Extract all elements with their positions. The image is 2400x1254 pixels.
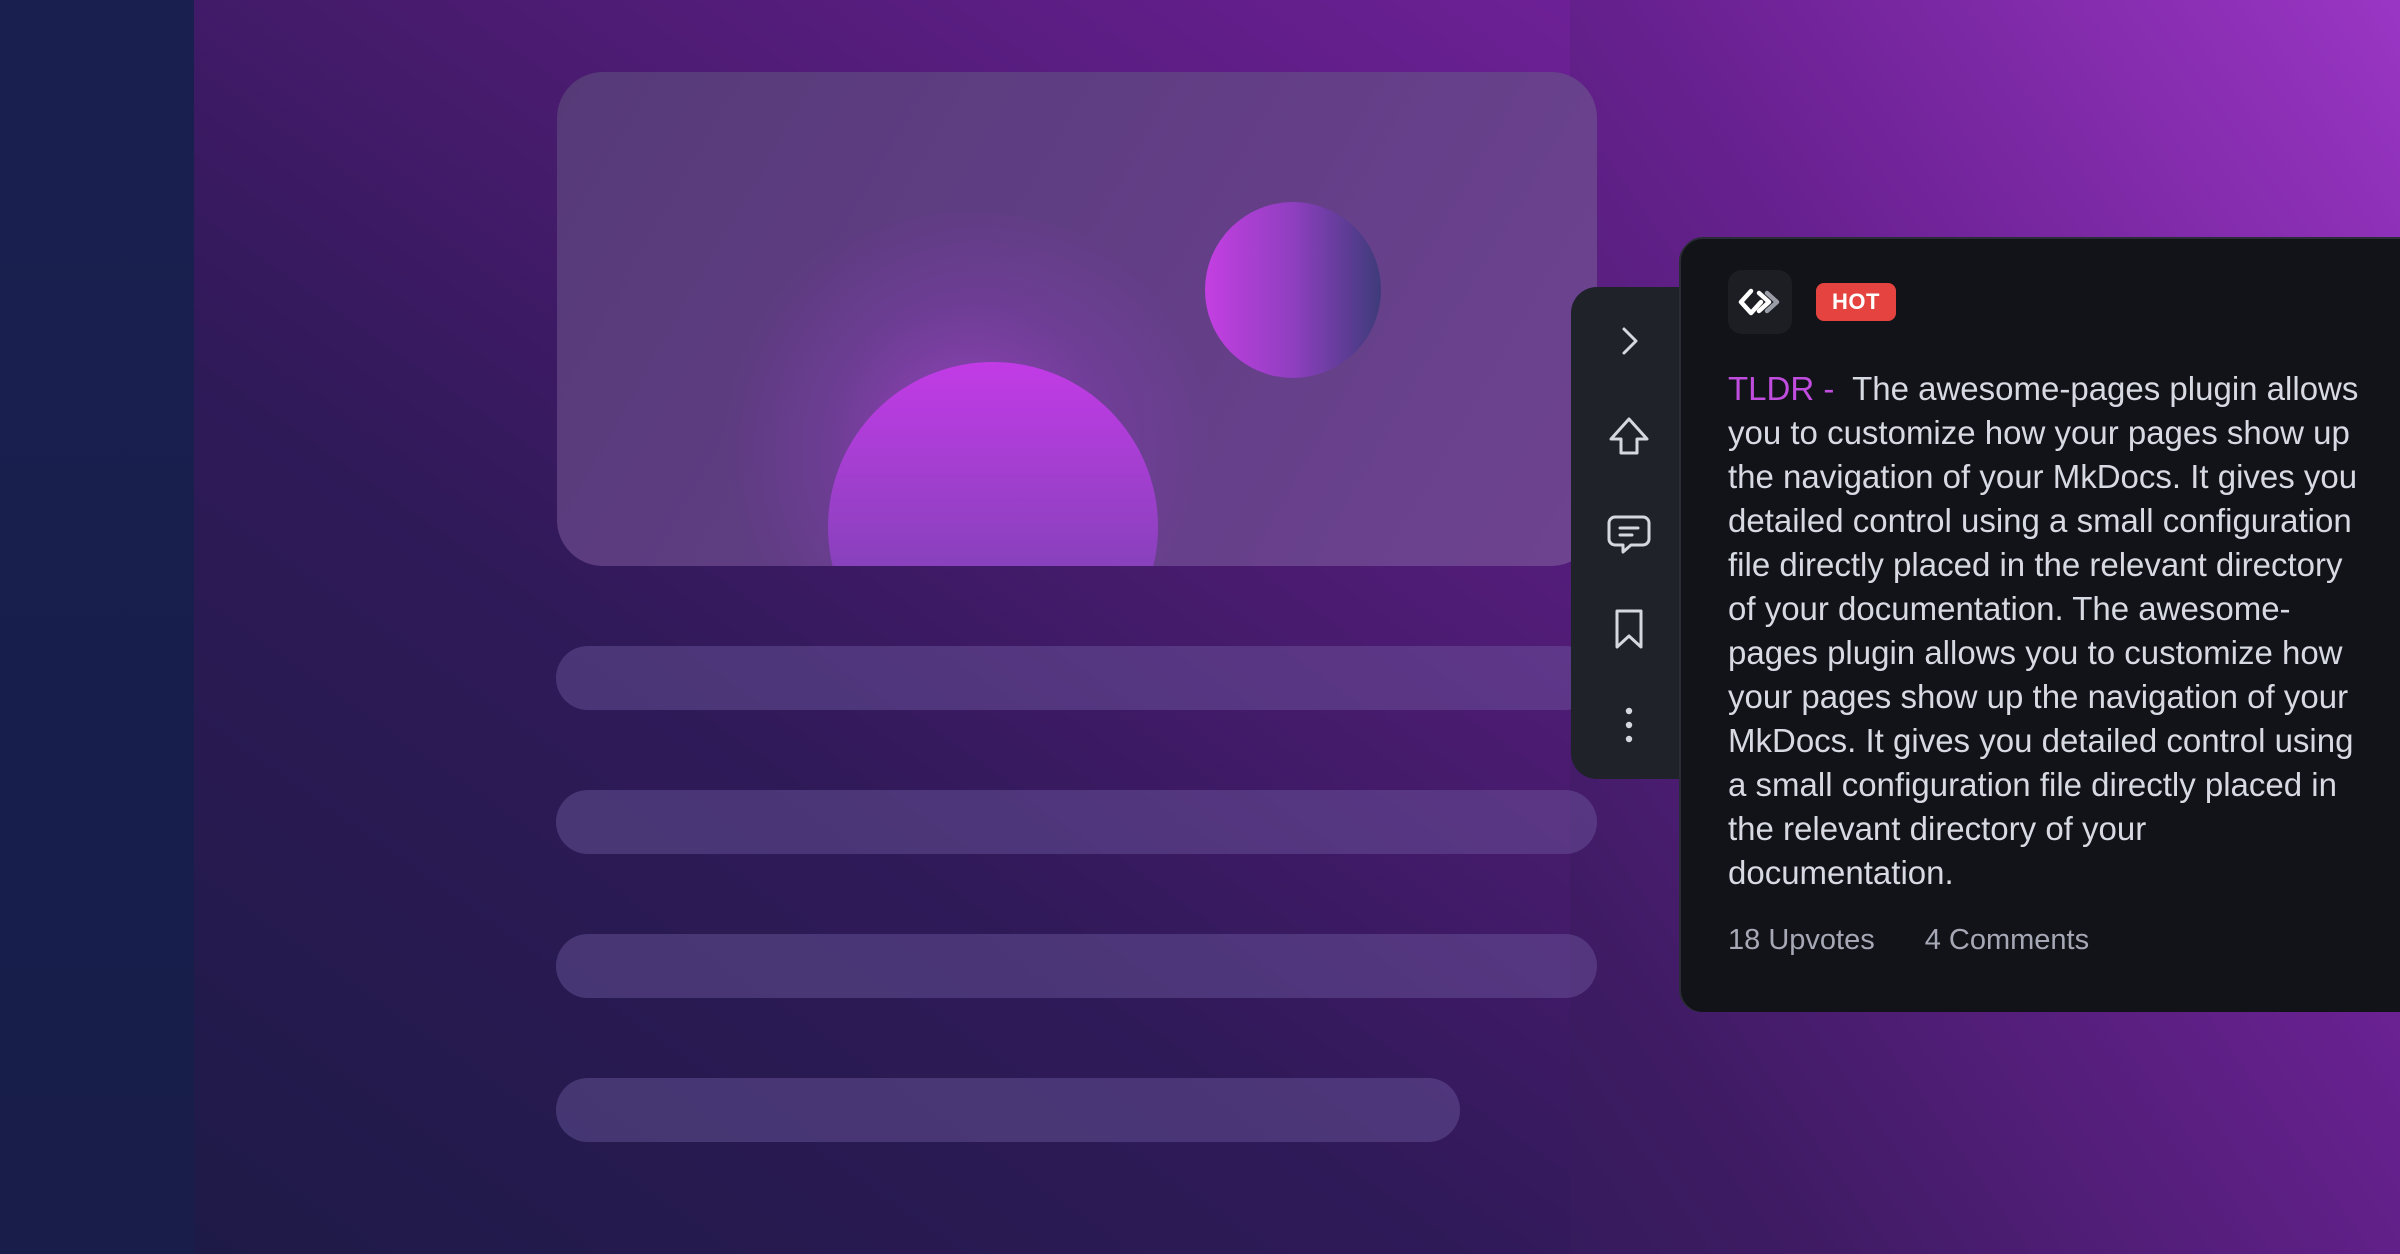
comment-icon[interactable] [1601,505,1657,561]
more-vertical-icon[interactable] [1601,697,1657,753]
card-header: HOT [1728,270,1896,334]
bookmark-icon[interactable] [1601,601,1657,657]
post-stats: 18 Upvotes 4 Comments [1728,924,2089,957]
post-tldr-card: HOT TLDR - The awesome-pages plugin allo… [1681,239,2400,1012]
hero-small-circle [1205,202,1381,378]
chevron-right-icon[interactable] [1601,313,1657,369]
post-summary: TLDR - The awesome-pages plugin allows y… [1728,367,2368,895]
comments-count[interactable]: 4 Comments [1925,924,2089,957]
hero-image-placeholder [557,72,1597,566]
upvotes-count[interactable]: 18 Upvotes [1728,924,1875,957]
upvote-arrow-icon[interactable] [1601,409,1657,465]
left-background-strip [0,0,194,1254]
hot-badge: HOT [1816,283,1896,321]
summary-text: The awesome-pages plugin allows you to c… [1728,370,2359,891]
article-placeholder-area [194,0,1597,1254]
skeleton-text-line [556,790,1597,854]
action-rail [1571,287,1691,779]
daily-dev-logo-icon[interactable] [1728,270,1792,334]
skeleton-text-line [556,1078,1460,1142]
skeleton-text-line [556,934,1597,998]
skeleton-text-line [556,646,1597,710]
tldr-label: TLDR - [1728,370,1835,407]
